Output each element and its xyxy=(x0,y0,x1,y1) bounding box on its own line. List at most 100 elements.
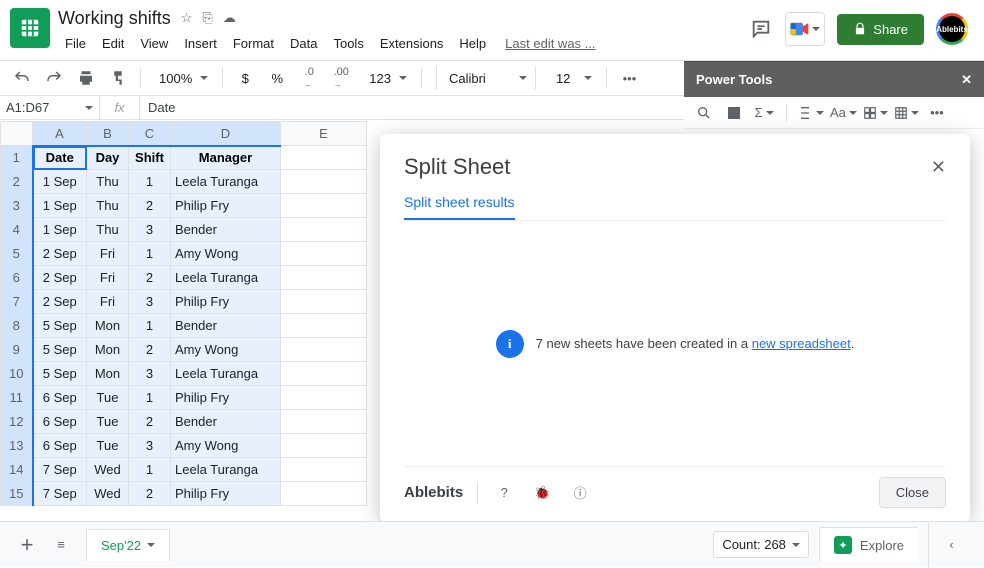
menu-extensions[interactable]: Extensions xyxy=(373,32,451,55)
menu-data[interactable]: Data xyxy=(283,32,324,55)
cell[interactable]: Philip Fry xyxy=(171,290,281,314)
cell[interactable]: 1 Sep xyxy=(33,218,87,242)
cell[interactable]: 1 xyxy=(129,170,171,194)
cell[interactable]: 2 xyxy=(129,410,171,434)
cell[interactable] xyxy=(281,362,367,386)
sidebar-tool-6[interactable] xyxy=(863,101,888,125)
cell[interactable]: Fri xyxy=(87,290,129,314)
cell[interactable]: Thu xyxy=(87,170,129,194)
share-button[interactable]: Share xyxy=(837,14,924,45)
cell[interactable] xyxy=(281,170,367,194)
row-header[interactable]: 2 xyxy=(1,170,33,194)
name-box[interactable]: A1:D67 xyxy=(0,96,100,119)
cell[interactable] xyxy=(281,266,367,290)
format-percent-button[interactable]: % xyxy=(263,64,291,92)
cell[interactable]: Mon xyxy=(87,314,129,338)
cell[interactable] xyxy=(281,458,367,482)
cell[interactable]: 1 Sep xyxy=(33,194,87,218)
cell[interactable]: 1 Sep xyxy=(33,170,87,194)
header-cell[interactable]: Date xyxy=(33,146,87,170)
cell[interactable]: Thu xyxy=(87,194,129,218)
cell[interactable]: Fri xyxy=(87,266,129,290)
redo-button[interactable] xyxy=(40,64,68,92)
add-sheet-button[interactable]: + xyxy=(10,528,44,562)
sheets-app-icon[interactable] xyxy=(10,8,50,48)
help-icon[interactable]: ? xyxy=(492,485,516,500)
column-header[interactable]: C xyxy=(129,122,171,146)
selection-count-chip[interactable]: Count: 268 xyxy=(713,531,809,558)
row-header[interactable]: 10 xyxy=(1,362,33,386)
cell[interactable]: Bender xyxy=(171,314,281,338)
cell[interactable]: 5 Sep xyxy=(33,362,87,386)
column-header[interactable]: A xyxy=(33,122,87,146)
sheet-tab-active[interactable]: Sep'22 xyxy=(86,529,170,561)
menu-help[interactable]: Help xyxy=(452,32,493,55)
cell[interactable]: Leela Turanga xyxy=(171,362,281,386)
new-spreadsheet-link[interactable]: new spreadsheet xyxy=(752,336,851,351)
cell[interactable] xyxy=(281,146,367,170)
sidebar-history-button[interactable]: ‹ xyxy=(928,522,974,568)
cell[interactable]: Tue xyxy=(87,386,129,410)
cell[interactable]: 3 xyxy=(129,290,171,314)
cell[interactable]: 5 Sep xyxy=(33,314,87,338)
toolbar-more-button[interactable]: ••• xyxy=(615,64,643,92)
cell[interactable]: Thu xyxy=(87,218,129,242)
dialog-close-button[interactable]: Close xyxy=(879,477,946,508)
cell[interactable]: Tue xyxy=(87,434,129,458)
dialog-close-icon[interactable]: ✕ xyxy=(931,157,946,178)
menu-view[interactable]: View xyxy=(133,32,175,55)
sidebar-tool-2[interactable] xyxy=(722,101,746,125)
sidebar-more-button[interactable]: ••• xyxy=(925,101,949,125)
cell[interactable]: Amy Wong xyxy=(171,242,281,266)
bug-icon[interactable]: 🐞 xyxy=(530,485,554,501)
dialog-tab[interactable]: Split sheet results xyxy=(404,194,515,220)
row-header[interactable]: 5 xyxy=(1,242,33,266)
cell[interactable]: 2 xyxy=(129,482,171,506)
undo-button[interactable] xyxy=(8,64,36,92)
cell[interactable] xyxy=(281,386,367,410)
meet-button[interactable] xyxy=(785,12,825,46)
cell[interactable]: 2 Sep xyxy=(33,266,87,290)
cell[interactable]: 1 xyxy=(129,242,171,266)
cell[interactable] xyxy=(281,242,367,266)
column-header[interactable]: B xyxy=(87,122,129,146)
account-avatar[interactable]: Ablebits xyxy=(936,13,968,45)
cell[interactable] xyxy=(281,410,367,434)
header-cell[interactable]: Manager xyxy=(171,146,281,170)
header-cell[interactable]: Day xyxy=(87,146,129,170)
zoom-select[interactable]: 100% xyxy=(149,71,214,86)
row-header[interactable]: 15 xyxy=(1,482,33,506)
cell[interactable] xyxy=(281,434,367,458)
cell[interactable]: Philip Fry xyxy=(171,386,281,410)
cell[interactable]: 6 Sep xyxy=(33,434,87,458)
cell[interactable]: Wed xyxy=(87,482,129,506)
last-edit-link[interactable]: Last edit was ... xyxy=(505,32,595,55)
cell[interactable] xyxy=(281,218,367,242)
cell[interactable]: Leela Turanga xyxy=(171,266,281,290)
cell[interactable]: Amy Wong xyxy=(171,434,281,458)
cell[interactable]: 3 xyxy=(129,218,171,242)
cell[interactable]: Fri xyxy=(87,242,129,266)
cell[interactable]: 7 Sep xyxy=(33,482,87,506)
cell[interactable]: 2 xyxy=(129,266,171,290)
font-select[interactable]: Calibri xyxy=(436,66,536,90)
sidebar-tool-5[interactable]: Aa xyxy=(830,101,857,125)
row-header[interactable]: 11 xyxy=(1,386,33,410)
row-header[interactable]: 13 xyxy=(1,434,33,458)
paint-format-button[interactable] xyxy=(104,64,132,92)
all-sheets-button[interactable]: ≡ xyxy=(44,528,78,562)
row-header[interactable]: 6 xyxy=(1,266,33,290)
row-header[interactable]: 9 xyxy=(1,338,33,362)
menu-format[interactable]: Format xyxy=(226,32,281,55)
cell[interactable]: Tue xyxy=(87,410,129,434)
menu-insert[interactable]: Insert xyxy=(177,32,224,55)
cell[interactable]: Wed xyxy=(87,458,129,482)
print-button[interactable] xyxy=(72,64,100,92)
row-header[interactable]: 1 xyxy=(1,146,33,170)
cell[interactable]: 2 xyxy=(129,338,171,362)
cell[interactable]: Mon xyxy=(87,338,129,362)
cell[interactable]: 1 xyxy=(129,458,171,482)
cell[interactable]: Philip Fry xyxy=(171,482,281,506)
comments-icon[interactable] xyxy=(749,17,773,41)
cell[interactable]: 1 xyxy=(129,314,171,338)
